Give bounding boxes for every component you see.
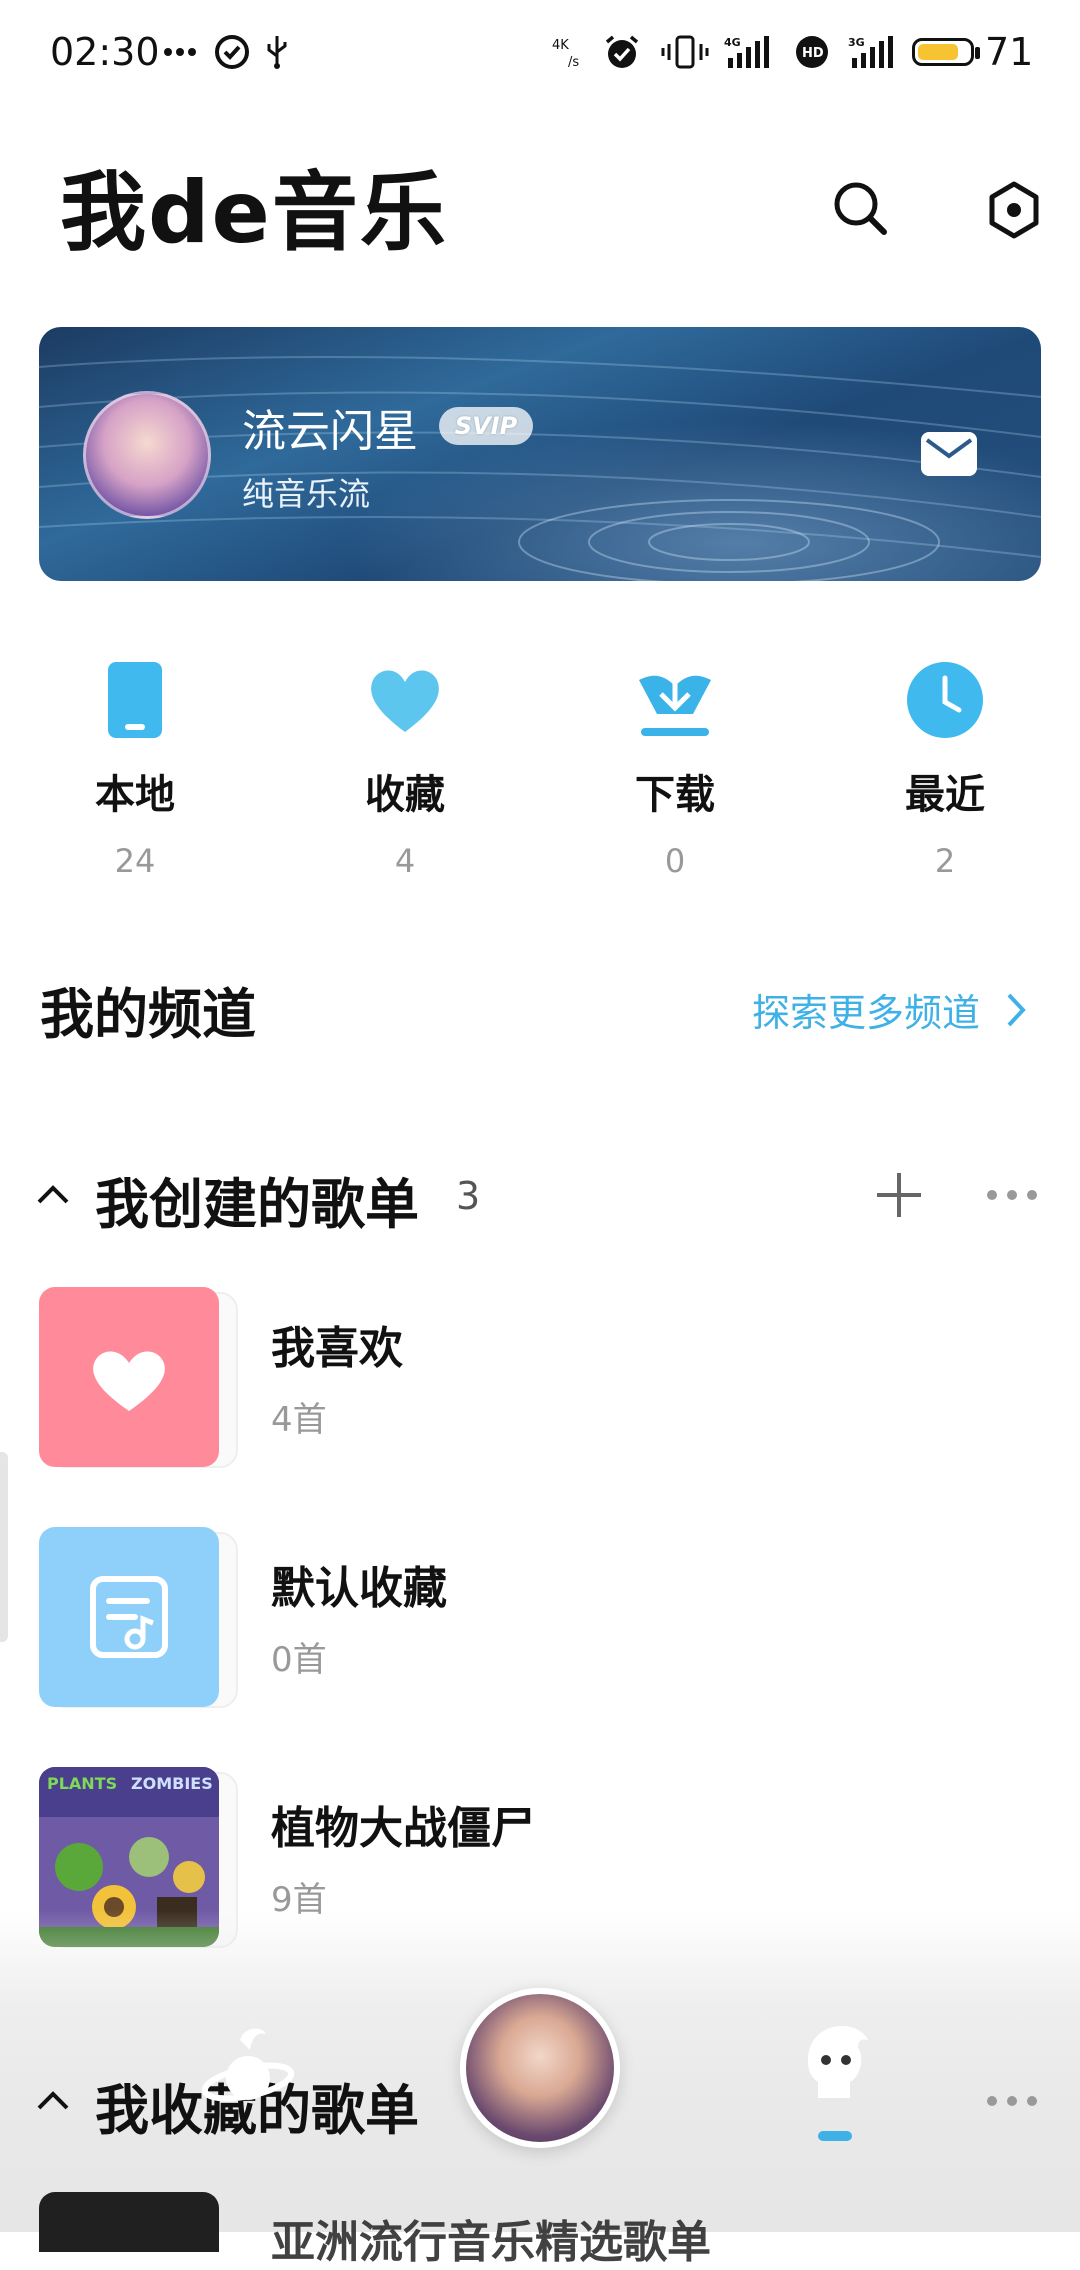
- my-channels-title: 我的频道: [40, 983, 256, 1046]
- heart-icon: [365, 660, 445, 740]
- settings-icon[interactable]: [982, 178, 1046, 242]
- explore-channels-link[interactable]: 探索更多频道: [752, 982, 1026, 1037]
- explore-channels-label: 探索更多频道: [752, 991, 981, 1035]
- playlist-count: 0首: [271, 1640, 327, 1680]
- svg-text:PLANTS: PLANTS: [47, 1774, 117, 1793]
- playlist-count: 4首: [271, 1400, 327, 1440]
- more-dots-icon: [162, 32, 198, 72]
- more-options-icon[interactable]: [986, 2092, 1038, 2110]
- playlist-name[interactable]: 我喜欢: [271, 1312, 403, 1376]
- chevron-up-icon[interactable]: [36, 2086, 70, 2114]
- playlist-name[interactable]: 亚洲流行音乐精选歌单: [271, 2206, 711, 2270]
- planet-icon[interactable]: [200, 2020, 296, 2116]
- download-icon: [635, 660, 715, 740]
- add-playlist-button[interactable]: [874, 1170, 924, 1220]
- stat-downloads[interactable]: 下载 0: [575, 660, 775, 880]
- svg-text:/s: /s: [568, 55, 579, 70]
- svg-text:HD: HD: [802, 46, 824, 61]
- edge-swipe-handle[interactable]: [0, 1452, 8, 1642]
- battery-level: 71: [985, 30, 1034, 74]
- svg-text:ZOMBIES: ZOMBIES: [131, 1774, 213, 1793]
- stat-label: 收藏: [365, 772, 445, 818]
- music-note-cover[interactable]: [39, 1527, 219, 1707]
- svip-badge: SVIP: [439, 407, 533, 445]
- chevron-up-icon[interactable]: [36, 1180, 70, 1208]
- signal-3g-icon: 3G: [848, 32, 896, 72]
- playlist-cover[interactable]: [39, 2192, 219, 2252]
- search-icon[interactable]: [830, 178, 890, 238]
- phone-icon: [95, 660, 175, 740]
- svg-text:4K: 4K: [552, 38, 569, 53]
- chevron-right-icon: [1007, 993, 1026, 1026]
- check-circle-icon: [212, 32, 252, 72]
- network-speed-icon: 4K/s: [550, 32, 590, 72]
- more-options-icon[interactable]: [986, 1186, 1038, 1204]
- stat-count: 4: [394, 842, 416, 880]
- alarm-icon: [602, 32, 642, 72]
- stat-local[interactable]: 本地 24: [35, 660, 235, 880]
- stat-label: 最近: [905, 772, 985, 818]
- active-tab-indicator: [818, 2131, 852, 2141]
- page-title: 我de音乐: [60, 163, 448, 263]
- now-playing-avatar[interactable]: [460, 1988, 620, 2148]
- stat-count: 0: [664, 842, 686, 880]
- usb-icon: [262, 32, 292, 72]
- playlist-name[interactable]: 植物大战僵尸: [271, 1792, 535, 1856]
- username[interactable]: 流云闪星: [242, 395, 418, 459]
- signal-4g-icon: 4G: [724, 32, 772, 72]
- battery-icon: [912, 38, 974, 66]
- stat-label: 本地: [95, 772, 175, 818]
- svg-text:4G: 4G: [724, 36, 741, 49]
- playlist-name[interactable]: 默认收藏: [271, 1552, 447, 1616]
- profile-card[interactable]: 流云闪星 SVIP 纯音乐流: [39, 327, 1041, 581]
- user-subtitle: 纯音乐流: [242, 475, 371, 513]
- stat-count: 2: [934, 842, 956, 880]
- status-time: 02:30: [50, 30, 160, 74]
- music-list-icon: [90, 1576, 168, 1658]
- heart-icon: [93, 1351, 165, 1411]
- stat-label: 下载: [635, 772, 715, 818]
- mail-icon[interactable]: [919, 428, 979, 480]
- created-playlists-title[interactable]: 我创建的歌单: [95, 1160, 419, 1239]
- mine-icon[interactable]: [796, 2020, 872, 2106]
- svg-text:3G: 3G: [848, 36, 865, 49]
- svip-badge-label: SVIP: [454, 412, 518, 440]
- created-playlists-count: 3: [456, 1174, 481, 1218]
- clock-icon: [905, 660, 985, 740]
- battery-cap: [975, 47, 980, 59]
- status-bar: 02:30 4K/s 4G HD 3G 71: [0, 0, 1080, 110]
- heart-cover[interactable]: [39, 1287, 219, 1467]
- stat-recent[interactable]: 最近 2: [845, 660, 1045, 880]
- stat-count: 24: [114, 842, 156, 880]
- hd-icon: HD: [792, 32, 832, 72]
- stat-favorites[interactable]: 收藏 4: [305, 660, 505, 880]
- vibrate-icon: [660, 32, 710, 72]
- avatar[interactable]: [83, 391, 211, 519]
